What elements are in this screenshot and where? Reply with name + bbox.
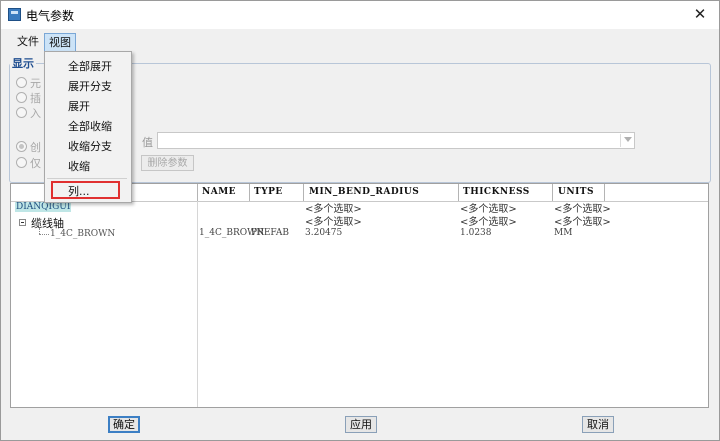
chevron-down-icon[interactable] [624,137,632,142]
menu-bar: 文件 视图 [1,30,719,52]
menu-item-expand-branch[interactable]: 展开分支 [68,78,112,94]
menu-item-expand[interactable]: 展开 [68,98,90,114]
table-cell-min-bend-radius[interactable]: 3.20475 [305,228,342,238]
radio-option-2-label: 插 [30,92,41,105]
column-header-type[interactable]: TYPE [254,187,283,197]
tree-root-item[interactable]: DIANQIGUI [15,202,72,212]
radio-option-3-label: 入 [30,107,41,120]
column-divider[interactable] [303,184,304,201]
table-cell-min-bend-radius[interactable]: <多个选取> [305,213,362,228]
tree-leaf-item[interactable]: 1_4C_BROWN [50,229,115,239]
electrical-parameters-window: 电气参数 ✕ 文件 视图 显示 元 插 入 创 仅 值 删除参数 NAME TY… [0,0,720,441]
menu-item-expand-all[interactable]: 全部展开 [68,58,112,74]
column-header-units[interactable]: UNITS [558,187,594,197]
window-title: 电气参数 [26,9,75,23]
table-cell-type[interactable]: PREFAB [251,228,289,238]
radio-option-1[interactable] [16,77,27,88]
parameter-table: NAME TYPE MIN_BEND_RADIUS THICKNESS UNIT… [10,183,709,408]
radio-option-3[interactable] [16,107,27,118]
tree-connector [39,234,49,236]
tree-column-divider [197,201,198,407]
table-cell-thickness[interactable]: <多个选取> [460,213,517,228]
menu-item-collapse[interactable]: 收缩 [68,158,90,174]
table-cell-thickness[interactable]: 1.0238 [460,228,492,238]
app-icon [8,8,21,21]
radio-only[interactable] [16,157,27,168]
column-divider[interactable] [197,184,198,201]
close-icon[interactable]: ✕ [689,4,711,24]
highlight-box [51,181,120,199]
radio-only-label: 仅 [30,157,41,170]
menu-item-collapse-all[interactable]: 全部收缩 [68,118,112,134]
radio-create[interactable] [16,141,27,152]
column-divider[interactable] [604,184,605,201]
radio-option-2[interactable] [16,92,27,103]
menu-item-collapse-branch[interactable]: 收缩分支 [68,138,112,154]
value-combobox[interactable] [157,132,635,149]
table-cell-units[interactable]: <多个选取> [554,213,611,228]
collapse-toggle-icon[interactable] [19,219,26,226]
column-divider[interactable] [458,184,459,201]
cancel-button[interactable]: 取消 [582,416,614,433]
column-divider[interactable] [552,184,553,201]
menu-view[interactable]: 视图 [44,33,76,52]
column-header-thickness[interactable]: THICKNESS [463,187,530,197]
menu-separator [47,178,127,179]
column-divider[interactable] [249,184,250,201]
value-label: 值 [142,136,153,149]
radio-create-label: 创 [30,141,41,154]
menu-file[interactable]: 文件 [13,33,43,50]
column-header-min-bend-radius[interactable]: MIN_BEND_RADIUS [309,187,419,197]
ok-button[interactable]: 确定 [108,416,140,433]
column-header-name[interactable]: NAME [202,187,236,197]
display-group-title: 显示 [10,55,36,71]
table-cell-units[interactable]: MM [554,228,572,238]
combo-divider [620,134,621,147]
radio-option-1-label: 元 [30,77,41,90]
apply-button[interactable]: 应用 [345,416,377,433]
view-menu-dropdown: 全部展开 展开分支 展开 全部收缩 收缩分支 收缩 列... [44,51,132,203]
title-bar: 电气参数 ✕ [1,1,719,29]
delete-parameter-button[interactable]: 删除参数 [141,155,194,171]
